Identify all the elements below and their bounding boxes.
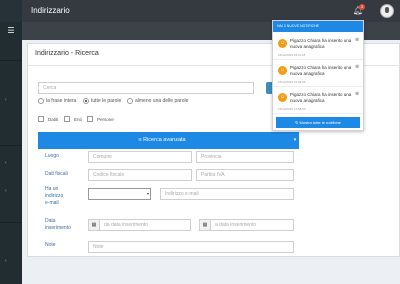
close-icon[interactable]: ⊗ xyxy=(355,37,359,43)
to-date-input[interactable]: a data inserimento xyxy=(210,219,294,231)
email-label-line: Ha un xyxy=(45,186,59,192)
checkbox-enti[interactable] xyxy=(64,116,70,122)
radio-label: tutte le parole xyxy=(91,98,122,104)
sidebar-divider xyxy=(0,60,22,61)
data-inserimento-label-line: Data xyxy=(45,218,56,224)
radio-tutte-le-parole[interactable] xyxy=(83,98,89,104)
checkbox-label: Persone xyxy=(97,117,114,122)
checkbox-persone[interactable] xyxy=(87,116,93,122)
close-icon[interactable]: ⊗ xyxy=(355,91,359,97)
search-input[interactable]: Cerca xyxy=(38,82,254,94)
email-select[interactable]: ▾ xyxy=(88,188,151,200)
radio-label: almeno una delle parole xyxy=(135,98,189,104)
sidebar-chevron-icon[interactable]: ‹ xyxy=(5,160,7,166)
partita-iva-input[interactable]: Partita IVA xyxy=(196,169,294,181)
sidebar-chevron-icon[interactable]: ‹ xyxy=(5,97,7,103)
user-avatar[interactable] xyxy=(380,4,394,18)
hamburger-icon[interactable]: ☰ xyxy=(0,22,22,40)
advanced-search-label: ≡ Ricerca avanzata xyxy=(138,137,186,143)
note-label: Note xyxy=(45,242,56,248)
advanced-search-toggle[interactable]: ≡ Ricerca avanzata ▾ xyxy=(38,132,299,149)
notification-time: 15/12/2015 14:58:53 xyxy=(278,107,306,111)
notification-item[interactable]: ☺ Pigazzo Chiara ha inserito una nuova a… xyxy=(273,88,363,114)
user-icon: ☺ xyxy=(278,93,287,102)
codice-fiscale-input[interactable]: Codice fiscale xyxy=(88,169,192,181)
page-title: Indirizzario - Ricerca xyxy=(35,50,99,57)
data-inserimento-label-line: inserimento xyxy=(45,225,71,231)
sidebar-chevron-icon[interactable]: ‹ xyxy=(5,188,7,194)
notification-item[interactable]: ☺ Pigazzo Chiara ha inserito una nuova a… xyxy=(273,34,363,60)
luogo-label: Luogo xyxy=(45,153,59,159)
checkbox-label: Datiti xyxy=(48,117,59,122)
provincia-input[interactable]: Provincia xyxy=(196,151,294,163)
notification-count-badge: 3 xyxy=(359,4,365,10)
dati-fiscali-label: Dati fiscali xyxy=(45,171,68,177)
close-icon[interactable]: ⊗ xyxy=(355,64,359,70)
radio-label: la frase intera xyxy=(46,98,77,104)
email-input[interactable]: Indirizzo e-mail xyxy=(160,188,294,200)
user-icon: ☺ xyxy=(278,39,287,48)
app-title[interactable]: Indirizzario xyxy=(22,0,82,22)
sidebar-chevron-icon[interactable]: ‹ xyxy=(5,258,7,264)
email-label-line: indirizzo xyxy=(45,193,64,199)
sidebar-divider xyxy=(0,222,22,223)
top-navbar: Indirizzario 🔔︎ 3 xyxy=(22,0,400,22)
notification-time: 15/12/2015 15:11:18 xyxy=(278,53,306,57)
show-all-notifications-button[interactable]: ↻ Mostra tutte le notifiche xyxy=(276,117,360,128)
notification-time: 15/12/2015 15:09:06 xyxy=(278,80,306,84)
radio-almeno-una[interactable] xyxy=(127,98,133,104)
notification-text: Pigazzo Chiara ha inserito una nuova ana… xyxy=(290,38,352,49)
notification-item[interactable]: ☺ Pigazzo Chiara ha inserito una nuova a… xyxy=(273,61,363,87)
checkbox-label: Enti xyxy=(74,117,82,122)
sidebar-divider xyxy=(0,145,22,146)
email-label-line: e-mail xyxy=(45,200,59,206)
notifications-dropdown: HAI 3 NUOVE NOTIFICHE ☺ Pigazzo Chiara h… xyxy=(272,20,364,131)
user-icon: ☺ xyxy=(278,66,287,75)
radio-la-frase-intera[interactable] xyxy=(38,98,44,104)
notification-text: Pigazzo Chiara ha inserito una nuova ana… xyxy=(290,92,352,103)
comune-input[interactable]: Comune xyxy=(88,151,192,163)
note-input[interactable]: Note xyxy=(88,241,294,253)
chevron-down-icon: ▾ xyxy=(146,191,149,196)
notifications-header: HAI 3 NUOVE NOTIFICHE xyxy=(273,21,363,32)
from-date-input[interactable]: da data inserimento xyxy=(99,219,191,231)
logo-area xyxy=(0,0,22,22)
sidebar: ☰ ‹ ‹ ‹ ‹ xyxy=(0,0,22,284)
chevron-down-icon: ▾ xyxy=(293,137,297,143)
notification-text: Pigazzo Chiara ha inserito una nuova ana… xyxy=(290,65,352,76)
checkbox-datiti[interactable] xyxy=(38,116,44,122)
